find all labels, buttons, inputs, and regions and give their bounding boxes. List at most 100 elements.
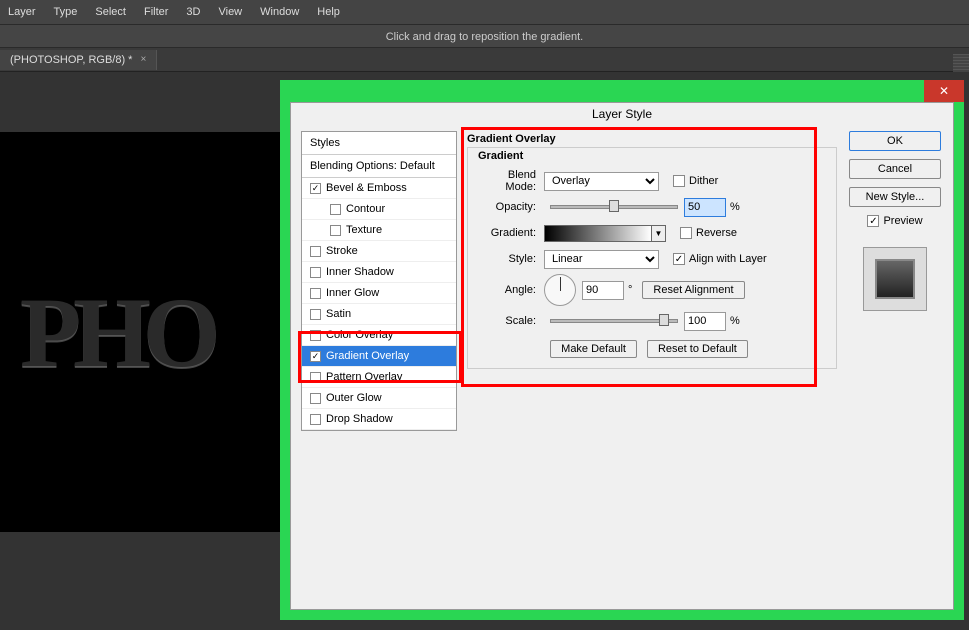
style-color-overlay[interactable]: Color Overlay bbox=[302, 325, 456, 346]
style-label: Inner Shadow bbox=[326, 266, 394, 278]
dialog-close-button[interactable]: ✕ bbox=[924, 80, 964, 102]
reset-alignment-button[interactable]: Reset Alignment bbox=[642, 281, 744, 299]
opacity-label: Opacity: bbox=[476, 201, 544, 213]
gradient-style-select[interactable]: Linear bbox=[544, 250, 659, 269]
style-stroke[interactable]: Stroke bbox=[302, 241, 456, 262]
style-label: Satin bbox=[326, 308, 351, 320]
menu-filter[interactable]: Filter bbox=[144, 6, 168, 18]
style-pattern-overlay[interactable]: Pattern Overlay bbox=[302, 367, 456, 388]
preview-checkbox[interactable]: ✓ bbox=[867, 215, 879, 227]
ok-button[interactable]: OK bbox=[849, 131, 941, 151]
styles-list: Styles Blending Options: Default ✓ Bevel … bbox=[301, 131, 457, 431]
align-label: Align with Layer bbox=[689, 253, 767, 265]
menu-bar: Layer Type Select Filter 3D View Window … bbox=[0, 0, 969, 24]
gradient-swatch[interactable] bbox=[544, 225, 652, 242]
dialog-highlight: ✕ Layer Style Styles Blending Options: D… bbox=[280, 80, 964, 620]
checkbox[interactable] bbox=[310, 414, 321, 425]
blend-mode-label: Blend Mode: bbox=[476, 169, 544, 193]
style-label: Style: bbox=[476, 253, 544, 265]
dither-checkbox[interactable] bbox=[673, 175, 685, 187]
new-style-button[interactable]: New Style... bbox=[849, 187, 941, 207]
checkbox[interactable] bbox=[310, 393, 321, 404]
cancel-button[interactable]: Cancel bbox=[849, 159, 941, 179]
document-tab-bar: (PHOTOSHOP, RGB/8) * × bbox=[0, 48, 969, 72]
checkbox[interactable] bbox=[310, 309, 321, 320]
checkbox[interactable] bbox=[310, 330, 321, 341]
document-tab[interactable]: (PHOTOSHOP, RGB/8) * × bbox=[0, 50, 157, 70]
preview-swatch bbox=[863, 247, 927, 311]
style-bevel-emboss[interactable]: ✓ Bevel & Emboss bbox=[302, 178, 456, 199]
style-drop-shadow[interactable]: Drop Shadow bbox=[302, 409, 456, 430]
checkbox[interactable]: ✓ bbox=[310, 351, 321, 362]
style-inner-glow[interactable]: Inner Glow bbox=[302, 283, 456, 304]
style-label: Color Overlay bbox=[326, 329, 393, 341]
angle-dial[interactable] bbox=[544, 274, 576, 306]
close-icon[interactable]: × bbox=[140, 54, 146, 65]
menu-layer[interactable]: Layer bbox=[8, 6, 36, 18]
group-title: Gradient Overlay bbox=[467, 131, 837, 147]
scale-label: Scale: bbox=[476, 315, 544, 327]
make-default-button[interactable]: Make Default bbox=[550, 340, 637, 358]
percent-label: % bbox=[730, 315, 740, 327]
style-contour[interactable]: Contour bbox=[302, 199, 456, 220]
style-gradient-overlay[interactable]: ✓ Gradient Overlay bbox=[302, 346, 456, 367]
checkbox[interactable] bbox=[330, 225, 341, 236]
hint-bar: Click and drag to reposition the gradien… bbox=[0, 24, 969, 48]
menu-type[interactable]: Type bbox=[54, 6, 78, 18]
dither-label: Dither bbox=[689, 175, 718, 187]
align-checkbox[interactable]: ✓ bbox=[673, 253, 685, 265]
style-label: Pattern Overlay bbox=[326, 371, 402, 383]
group-subtitle: Gradient bbox=[470, 148, 822, 164]
gradient-group: Gradient Blend Mode: Overlay Dither Opac… bbox=[467, 147, 837, 369]
opacity-input[interactable] bbox=[684, 198, 726, 217]
dialog-buttons: OK Cancel New Style... ✓ Preview bbox=[847, 131, 943, 431]
gradient-label: Gradient: bbox=[476, 227, 544, 239]
scale-slider[interactable] bbox=[550, 319, 678, 323]
style-label: Bevel & Emboss bbox=[326, 182, 407, 194]
checkbox[interactable] bbox=[310, 267, 321, 278]
style-texture[interactable]: Texture bbox=[302, 220, 456, 241]
style-inner-shadow[interactable]: Inner Shadow bbox=[302, 262, 456, 283]
angle-input[interactable] bbox=[582, 281, 624, 300]
checkbox[interactable] bbox=[310, 246, 321, 257]
style-label: Stroke bbox=[326, 245, 358, 257]
style-label: Contour bbox=[346, 203, 385, 215]
styles-header[interactable]: Styles bbox=[302, 132, 456, 155]
blend-mode-select[interactable]: Overlay bbox=[544, 172, 659, 191]
document-tab-name: (PHOTOSHOP, RGB/8) * bbox=[10, 54, 132, 66]
style-label: Texture bbox=[346, 224, 382, 236]
style-label: Inner Glow bbox=[326, 287, 379, 299]
style-outer-glow[interactable]: Outer Glow bbox=[302, 388, 456, 409]
menu-view[interactable]: View bbox=[218, 6, 242, 18]
angle-label: Angle: bbox=[476, 284, 544, 296]
degree-label: ° bbox=[628, 284, 632, 296]
percent-label: % bbox=[730, 201, 740, 213]
scale-input[interactable] bbox=[684, 312, 726, 331]
opacity-slider[interactable] bbox=[550, 205, 678, 209]
reverse-label: Reverse bbox=[696, 227, 737, 239]
menu-select[interactable]: Select bbox=[95, 6, 126, 18]
style-label: Drop Shadow bbox=[326, 413, 393, 425]
preview-swatch-inner bbox=[875, 259, 915, 299]
dialog-title: Layer Style bbox=[291, 103, 953, 131]
canvas-text: PHO bbox=[20, 275, 213, 390]
checkbox[interactable] bbox=[330, 204, 341, 215]
chevron-down-icon[interactable]: ▼ bbox=[652, 225, 666, 242]
settings-panel: Gradient Overlay Gradient Blend Mode: Ov… bbox=[467, 131, 837, 431]
reverse-checkbox[interactable] bbox=[680, 227, 692, 239]
menu-window[interactable]: Window bbox=[260, 6, 299, 18]
document-canvas[interactable]: PHO bbox=[0, 132, 300, 532]
preview-label: Preview bbox=[883, 215, 922, 227]
checkbox[interactable] bbox=[310, 372, 321, 383]
checkbox[interactable] bbox=[310, 288, 321, 299]
style-label: Outer Glow bbox=[326, 392, 382, 404]
checkbox[interactable]: ✓ bbox=[310, 183, 321, 194]
menu-3d[interactable]: 3D bbox=[186, 6, 200, 18]
panel-gripper-icon[interactable] bbox=[953, 54, 969, 72]
style-satin[interactable]: Satin bbox=[302, 304, 456, 325]
blending-options[interactable]: Blending Options: Default bbox=[302, 155, 456, 178]
reset-to-default-button[interactable]: Reset to Default bbox=[647, 340, 748, 358]
style-label: Gradient Overlay bbox=[326, 350, 409, 362]
layer-style-dialog: Layer Style Styles Blending Options: Def… bbox=[290, 102, 954, 610]
menu-help[interactable]: Help bbox=[317, 6, 340, 18]
